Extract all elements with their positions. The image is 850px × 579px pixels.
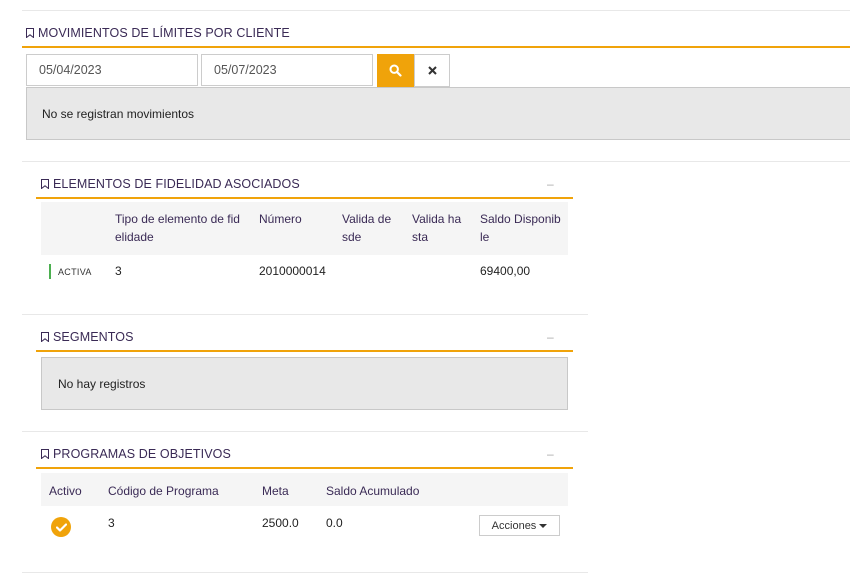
collapse-toggle[interactable]: – — [547, 177, 554, 191]
divider — [22, 431, 588, 432]
section-title-movimientos: MOVIMIENTOS DE LÍMITES POR CLIENTE — [26, 26, 290, 40]
status-badge: ACTIVA — [49, 264, 92, 279]
section-title-fidelidad: ELEMENTOS DE FIDELIDAD ASOCIADOS — [41, 177, 300, 191]
collapse-toggle[interactable]: – — [547, 447, 554, 461]
cell-codigo: 3 — [108, 516, 115, 530]
bookmark-icon — [41, 449, 49, 459]
column-header-valida-desde: Valida de sde — [342, 212, 392, 244]
bookmark-icon — [41, 179, 49, 189]
collapse-toggle[interactable]: – — [547, 330, 554, 344]
actions-label: Acciones — [491, 519, 537, 532]
column-header-valida-hasta: Valida ha sta — [412, 212, 462, 244]
section-underline — [36, 197, 573, 199]
section-title-label: PROGRAMAS DE OBJETIVOS — [53, 447, 231, 461]
check-circle-icon — [51, 517, 71, 537]
column-header-numero: Número — [259, 212, 302, 226]
column-header-activo: Activo — [49, 484, 82, 498]
empty-message: No se registran movimientos — [42, 106, 195, 121]
cell-meta: 2500.0 — [262, 516, 299, 530]
cell-tipo: 3 — [115, 264, 122, 278]
section-underline — [36, 350, 573, 352]
column-header-codigo: Código de Programa — [108, 484, 219, 498]
section-title-label: ELEMENTOS DE FIDELIDAD ASOCIADOS — [53, 177, 300, 191]
clear-button[interactable] — [414, 54, 450, 87]
divider — [22, 10, 850, 11]
divider — [22, 161, 850, 162]
section-underline — [22, 46, 850, 48]
close-icon — [427, 66, 437, 75]
divider — [22, 572, 588, 573]
column-header-meta: Meta — [262, 484, 289, 498]
empty-state-segmentos: No hay registros — [41, 357, 568, 410]
search-button[interactable] — [377, 54, 414, 87]
section-title-label: SEGMENTOS — [53, 330, 134, 344]
search-icon — [389, 64, 402, 77]
actions-dropdown-button[interactable]: Acciones — [479, 515, 560, 536]
empty-message: No hay registros — [58, 376, 146, 391]
date-from-input[interactable] — [26, 54, 198, 86]
bookmark-icon — [26, 28, 34, 38]
divider — [22, 314, 588, 315]
caret-down-icon — [539, 523, 548, 528]
section-underline — [36, 467, 573, 469]
bookmark-icon — [41, 332, 49, 342]
section-title-segmentos: SEGMENTOS — [41, 330, 134, 344]
date-to-input[interactable] — [201, 54, 373, 86]
column-header-saldo-acumulado: Saldo Acumulado — [326, 484, 420, 498]
column-header-saldo: Saldo Disponib le — [480, 212, 561, 244]
cell-numero: 2010000014 — [259, 264, 326, 278]
empty-state-movimientos: No se registran movimientos — [26, 87, 850, 140]
section-title-programas: PROGRAMAS DE OBJETIVOS — [41, 447, 231, 461]
column-header-tipo: Tipo de elemento de fid elidade — [115, 212, 240, 244]
cell-saldo: 69400,00 — [480, 264, 531, 278]
cell-saldo: 0.0 — [326, 516, 343, 530]
section-title-label: MOVIMIENTOS DE LÍMITES POR CLIENTE — [38, 26, 290, 40]
